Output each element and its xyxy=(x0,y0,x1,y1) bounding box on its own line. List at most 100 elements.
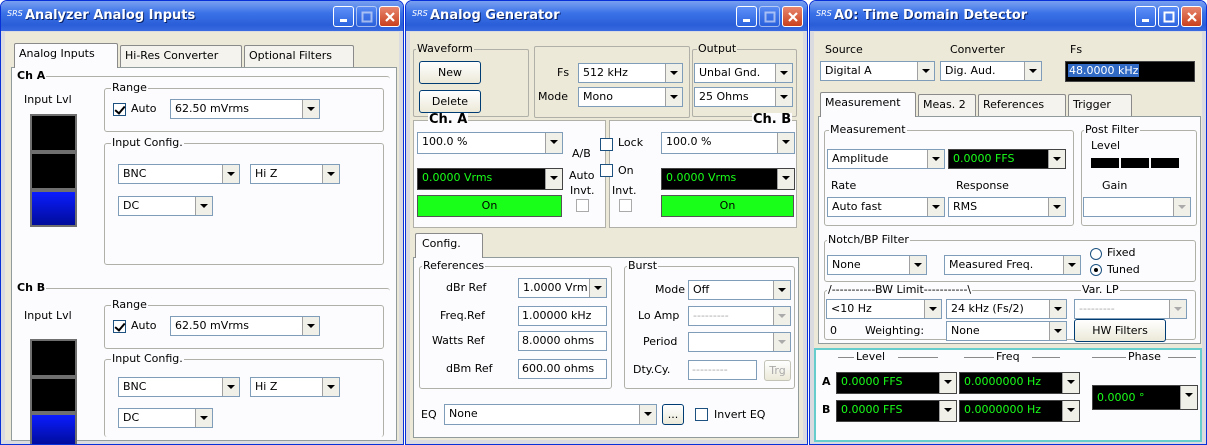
input-config-label: Input Config. xyxy=(111,136,184,150)
minimize-button[interactable] xyxy=(736,6,757,27)
ch-b-amplitude-select[interactable]: 100.0 % xyxy=(661,132,795,154)
bw-high-select[interactable]: 24 kHz (Fs/2) xyxy=(946,299,1067,319)
window-body: Analog Inputs Hi-Res Converter Optional … xyxy=(5,32,399,444)
close-button[interactable] xyxy=(379,6,400,27)
notch-filter-label: Notch/BP Filter xyxy=(827,233,910,247)
srs-logo-icon: SRS xyxy=(412,9,428,18)
ch-b-on-button[interactable]: On xyxy=(661,195,794,217)
mode-select[interactable]: Mono xyxy=(578,87,683,107)
chevron-down-icon xyxy=(927,198,944,216)
analyzer-analog-inputs-window: SRS Analyzer Analog Inputs Analog Inputs… xyxy=(0,0,404,445)
eq-browse-button[interactable]: ... xyxy=(662,404,684,425)
tab-analog-inputs[interactable]: Analog Inputs xyxy=(14,43,118,68)
level-b-readout[interactable]: 0.0000 FFS xyxy=(836,400,957,422)
tuned-radio[interactable] xyxy=(1090,264,1102,276)
minimize-button[interactable] xyxy=(1135,6,1156,27)
measurement-select[interactable]: Amplitude xyxy=(827,149,945,169)
title-bar[interactable]: SRS A0: Time Domain Detector xyxy=(810,1,1206,31)
minimize-icon xyxy=(340,19,347,22)
var-lp-select[interactable]: --------- xyxy=(1074,299,1187,319)
chevron-down-icon xyxy=(777,169,794,189)
tab-hi-res-converter[interactable]: Hi-Res Converter xyxy=(120,45,242,67)
fs-select[interactable]: 512 kHz xyxy=(578,63,683,83)
notch-frequency-select[interactable]: Measured Freq. xyxy=(944,255,1081,275)
period-select[interactable] xyxy=(688,332,791,352)
coupling-select[interactable]: DC xyxy=(118,196,213,216)
maximize-button[interactable] xyxy=(759,6,780,27)
auto-label: Auto xyxy=(131,102,157,115)
ch-a-invert-checkbox[interactable] xyxy=(576,199,589,212)
lo-amp-select[interactable]: --------- xyxy=(688,306,791,326)
weighting-select[interactable]: None xyxy=(946,321,1067,341)
freq-b-readout[interactable]: 0.0000000 Hz xyxy=(959,400,1080,422)
chevron-down-icon xyxy=(222,378,239,396)
close-button[interactable] xyxy=(782,6,803,27)
lock-checkbox[interactable] xyxy=(600,138,613,151)
ch-a-amplitude-select[interactable]: 100.0 % xyxy=(417,132,563,154)
connector-select[interactable]: BNC xyxy=(118,377,240,397)
maximize-button[interactable] xyxy=(1158,6,1179,27)
tab-meas-2[interactable]: Meas. 2 xyxy=(918,94,976,116)
burst-label: Burst xyxy=(627,259,659,273)
range-group: Range Auto 62.50 mVrms xyxy=(104,298,384,349)
tab-config[interactable]: Config. xyxy=(415,233,483,258)
notch-select[interactable]: None xyxy=(827,255,927,275)
freq-ref-input[interactable]: 1.00000 kHz xyxy=(518,306,607,326)
ch-b-level-select[interactable]: 0.0000 Vrms xyxy=(661,168,795,190)
chevron-down-icon xyxy=(302,100,319,118)
tab-references[interactable]: References xyxy=(978,94,1066,116)
tab-optional-filters[interactable]: Optional Filters xyxy=(244,45,354,67)
output-impedance-select[interactable]: 25 Ohms xyxy=(694,87,793,107)
fixed-radio[interactable] xyxy=(1090,248,1102,260)
eq-select[interactable]: None xyxy=(444,404,657,425)
auto-label: Auto xyxy=(131,319,157,332)
connector-select[interactable]: BNC xyxy=(118,164,240,184)
title-bar[interactable]: SRS Analog Generator xyxy=(406,1,807,31)
range-select[interactable]: 62.50 mVrms xyxy=(170,316,320,336)
gain-select[interactable] xyxy=(1083,197,1191,217)
auto-on-checkbox[interactable] xyxy=(600,164,613,177)
period-label: Period xyxy=(643,335,678,348)
hw-filters-button[interactable]: HW Filters xyxy=(1074,319,1166,342)
title-bar[interactable]: SRS Analyzer Analog Inputs xyxy=(1,1,403,31)
invert-eq-checkbox[interactable] xyxy=(695,408,708,421)
impedance-select[interactable]: Hi Z xyxy=(250,164,340,184)
range-select[interactable]: 62.50 mVrms xyxy=(170,99,320,119)
burst-mode-select[interactable]: Off xyxy=(688,280,791,300)
phase-readout[interactable]: 0.0000 ° xyxy=(1092,385,1198,410)
input-level-meter xyxy=(30,114,77,152)
minimize-button[interactable] xyxy=(333,6,354,27)
source-select[interactable]: Digital A xyxy=(820,61,935,81)
window-title: Analyzer Analog Inputs xyxy=(25,8,196,23)
impedance-select[interactable]: Hi Z xyxy=(250,377,340,397)
measurement-readout[interactable]: 0.0000 FFS xyxy=(948,149,1066,169)
response-select[interactable]: RMS xyxy=(948,197,1066,217)
delete-waveform-button[interactable]: Delete xyxy=(419,90,481,113)
ch-a-on-button[interactable]: On xyxy=(417,195,562,217)
config-panel: References dBr Ref 1.0000 Vrms Freq.Ref … xyxy=(413,257,799,438)
trigger-button[interactable]: Trg xyxy=(764,360,791,381)
dbm-ref-input[interactable]: 600.00 ohms xyxy=(518,359,607,379)
chevron-down-icon xyxy=(939,373,956,393)
rate-select[interactable]: Auto fast xyxy=(827,197,945,217)
ab-label: A/B xyxy=(572,147,591,160)
auto-range-checkbox[interactable] xyxy=(113,103,126,116)
ch-a-level-select[interactable]: 0.0000 Vrms xyxy=(417,168,563,190)
new-waveform-button[interactable]: New xyxy=(419,61,481,84)
output-type-select[interactable]: Unbal Gnd. xyxy=(694,63,793,83)
level-a-readout[interactable]: 0.0000 FFS xyxy=(836,372,957,394)
converter-select[interactable]: Dig. Aud. xyxy=(940,61,1042,81)
duty-cycle-input[interactable]: --------- xyxy=(688,360,757,380)
tab-measurement[interactable]: Measurement xyxy=(820,92,916,117)
freq-a-readout[interactable]: 0.0000000 Hz xyxy=(959,372,1080,394)
bw-low-select[interactable]: <10 Hz xyxy=(826,299,942,319)
watts-ref-input[interactable]: 8.0000 ohms xyxy=(518,331,607,351)
auto-range-checkbox[interactable] xyxy=(113,320,126,333)
dbr-ref-select[interactable]: 1.0000 Vrms xyxy=(518,278,607,298)
maximize-button[interactable] xyxy=(356,6,377,27)
coupling-select[interactable]: DC xyxy=(118,408,213,428)
tab-trigger[interactable]: Trigger xyxy=(1068,94,1132,116)
ch-b-invert-checkbox[interactable] xyxy=(619,199,632,212)
burst-mode-label: Mode xyxy=(655,283,685,296)
close-button[interactable] xyxy=(1181,6,1202,27)
